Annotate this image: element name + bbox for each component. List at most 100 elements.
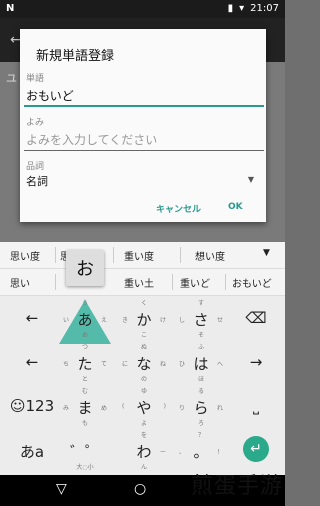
divider — [172, 274, 173, 290]
key-b-label: こ — [140, 332, 147, 339]
key-b-label: も — [81, 420, 88, 427]
key-preview-popup: お — [66, 250, 104, 286]
keyboard-key[interactable]: ふひはへほ — [175, 340, 227, 384]
add-word-dialog: 新規単語登録 単語 おもいど よみ よみを入力してください 品詞 名詞 ▼ キャ… — [20, 29, 266, 222]
word-underline — [24, 105, 264, 107]
signal-icon: ▾ — [239, 3, 245, 14]
divider — [113, 247, 114, 263]
key-r-label: ！ — [216, 449, 223, 456]
key-b-label: お — [81, 332, 88, 339]
status-time: 21:07 — [250, 3, 279, 14]
key-b-label: と — [81, 376, 88, 383]
key-b-label: そ — [197, 332, 204, 339]
key-main-label: ☺123 — [9, 397, 55, 415]
suggestion-row-2: 思い 重い土 重いど おもいど — [0, 269, 285, 296]
keyboard-key[interactable]: すしさせそ — [175, 296, 227, 340]
keyboard-key[interactable]: くきかけこ — [118, 296, 170, 340]
key-r-label: め — [100, 405, 107, 412]
keyboard-key[interactable]: むみまめも — [59, 384, 111, 428]
key-b-label: の — [140, 376, 147, 383]
expand-suggestions-icon[interactable]: ▼ — [263, 248, 270, 258]
pos-select[interactable]: 名詞 ▼ — [24, 173, 264, 191]
reading-input[interactable]: よみを入力してください — [24, 131, 264, 151]
back-nav-icon[interactable]: ▽ — [56, 481, 67, 497]
keyboard-key[interactable]: ← — [6, 340, 58, 384]
status-bar: N ▮ ▾ 21:07 — [0, 0, 285, 18]
key-main-label: あa — [19, 443, 45, 461]
key-t-label: を — [140, 432, 147, 439]
keyboard-key[interactable]: つちたてと — [59, 340, 111, 384]
key-main-label: ← — [25, 353, 39, 371]
key-b-label: よ — [140, 420, 147, 427]
keyboard-key[interactable]: ゆ(や) よ — [118, 384, 170, 428]
suggestion[interactable]: 思い度 — [10, 248, 40, 263]
suggestion-row-1: 思い度 思い土 重い度 想い度 ▼ — [0, 242, 285, 269]
keyboard-key[interactable]: るりられろ — [175, 384, 227, 428]
key-main-label: や — [136, 399, 152, 417]
suggestion[interactable]: 思い — [10, 275, 30, 290]
key-r-label: て — [100, 361, 107, 368]
pos-label: 品詞 — [26, 162, 45, 172]
keyboard-key[interactable]: ゛゜大◌小 — [59, 428, 111, 472]
keyboard-key[interactable]: ☺123 — [6, 384, 58, 428]
keyboard-key[interactable]: ういあえお — [59, 296, 111, 340]
ok-button[interactable]: OK — [228, 202, 243, 212]
keyboard-key[interactable]: ⌫ — [230, 296, 282, 340]
suggestion[interactable]: 想い度 — [195, 248, 225, 263]
suggestion[interactable]: おもいど — [232, 275, 272, 290]
keyboard-key[interactable]: ぬになねの — [118, 340, 170, 384]
key-t-label: ふ — [197, 344, 204, 351]
keyboard-key[interactable]: ？、。！ — [175, 428, 227, 472]
key-r-label: ) — [163, 403, 166, 410]
keyboard-key[interactable]: ← — [6, 296, 58, 340]
key-main-label: ⌫ — [245, 309, 267, 327]
key-main-label: ⎵ — [252, 397, 259, 415]
word-label: 単語 — [26, 74, 45, 84]
word-input[interactable]: おもいど — [24, 87, 264, 107]
key-r-label: ー — [159, 449, 166, 456]
key-b-label: ほ — [197, 376, 204, 383]
cancel-button[interactable]: キャンセル — [156, 202, 201, 215]
reading-placeholder: よみを入力してください — [26, 133, 158, 147]
key-t-label: う — [81, 300, 88, 307]
key-r-label: え — [100, 317, 107, 324]
carrier-icon: N — [6, 3, 15, 14]
key-b-label: ろ — [197, 420, 204, 427]
divider — [55, 274, 56, 290]
key-main-label: ← — [25, 309, 39, 327]
battery-icon: ▮ — [227, 3, 234, 14]
divider — [180, 247, 181, 263]
keyboard-key[interactable]: ⎵ — [230, 384, 282, 428]
divider — [55, 247, 56, 263]
dropdown-arrow-icon: ▼ — [247, 175, 254, 184]
divider — [225, 274, 226, 290]
key-main-label: ゛゜ — [69, 443, 100, 461]
key-t-label: ゆ — [140, 388, 147, 395]
enter-button[interactable]: ↵ — [243, 436, 269, 462]
key-t-label: ぬ — [140, 344, 147, 351]
key-t-label: く — [140, 300, 147, 307]
key-b-label: ん — [140, 464, 147, 471]
home-nav-icon[interactable]: ○ — [134, 481, 146, 497]
key-t-label: つ — [81, 344, 88, 351]
key-r-label: せ — [216, 317, 223, 324]
key-r-label: ね — [159, 361, 166, 368]
key-main-label: → — [249, 353, 263, 371]
key-t-label: む — [81, 388, 88, 395]
suggestion[interactable]: 重い度 — [124, 248, 154, 263]
watermark: 煎蛋手游 — [190, 474, 283, 499]
app-content-label: ユ — [6, 72, 17, 85]
suggestion[interactable]: 重い土 — [124, 275, 154, 290]
keyboard-key[interactable]: あa — [6, 428, 58, 472]
key-r-label: へ — [216, 361, 223, 368]
key-b-label: 大◌小 — [76, 464, 94, 471]
keyboard-key[interactable]: をわーん — [118, 428, 170, 472]
keyboard-key[interactable]: → — [230, 340, 282, 384]
dialog-title: 新規単語登録 — [36, 49, 115, 64]
key-t-label: す — [197, 300, 204, 307]
reading-underline — [24, 150, 264, 151]
pos-value: 名詞 — [26, 175, 48, 188]
suggestion[interactable]: 重いど — [180, 275, 210, 290]
key-r-label: れ — [216, 405, 223, 412]
key-t-label: ？ — [197, 432, 204, 439]
